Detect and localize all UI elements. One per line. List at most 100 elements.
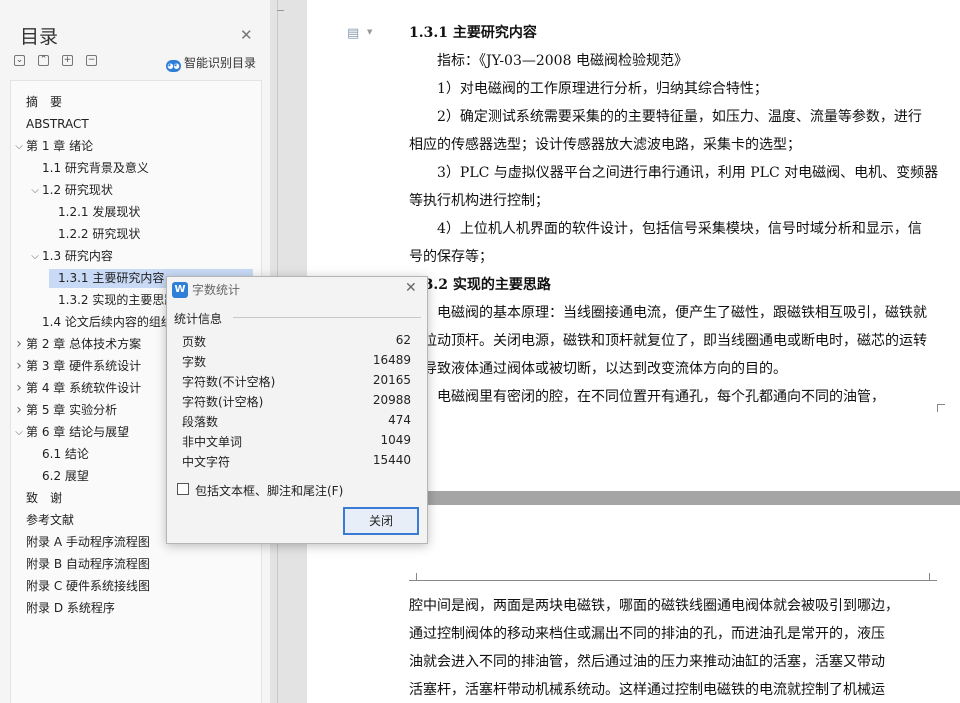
chevron-right-icon[interactable]: › (13, 357, 25, 376)
toc-item-label: 1.1 研究背景及意义 (42, 161, 149, 175)
wps-logo-icon: W (172, 282, 188, 298)
toc-item-label: 第 6 章 结论与展望 (26, 425, 130, 439)
toc-item-label: 1.3.2 实现的主要思路 (58, 293, 177, 307)
toc-item-label: 6.1 结论 (42, 447, 89, 461)
divider (233, 317, 421, 318)
toc-item-label: 1.4 论文后续内容的组织 (42, 315, 173, 329)
stat-value: 474 (388, 413, 411, 427)
ai-robot-icon: ◕◕ (166, 60, 181, 72)
toc-item[interactable]: 附录 D 系统程序 (11, 599, 261, 618)
paragraph-line: 4）上位机人机界面的软件设计，包括信号采集模块，信号时域分析和显示，信 (437, 221, 922, 237)
stat-label: 字符数(不计空格) (182, 375, 276, 389)
toc-item[interactable]: 1.2.1 发展现状 (11, 203, 261, 222)
toc-item-label: 参考文献 (26, 513, 75, 527)
paragraph-line: 通过控制阀体的移动来档住或漏出不同的排油的孔，而进油孔是常开的，液压 (409, 626, 885, 642)
sidebar-title: 目录 (20, 26, 59, 48)
smart-toc-label: 智能识别目录 (184, 56, 257, 70)
toc-item-label: 1.3.1 主要研究内容 (58, 271, 165, 285)
toc-item[interactable]: ABSTRACT (11, 115, 261, 134)
paragraph-line: 会拉动顶杆。关闭电源，磁铁和顶杆就复位了，即当线圈通电或断电时，磁芯的运转 (409, 333, 927, 349)
include-textbox-label[interactable]: 包括文本框、脚注和尾注(F) (195, 482, 343, 499)
remove-level-icon[interactable]: − (86, 55, 97, 66)
stat-label: 中文字符 (182, 455, 231, 469)
paragraph-line: 腔中间是阀，两面是两块电磁铁，哪面的磁铁线圈通电阀体就会被吸引到哪边， (409, 598, 899, 614)
stat-value: 15440 (372, 453, 411, 467)
expand-up-icon[interactable]: ⌃ (38, 55, 49, 66)
paragraph-line: 1）对电磁阀的工作原理进行分析，归纳其综合特性； (437, 81, 768, 97)
toc-item[interactable]: 附录 B 自动程序流程图 (11, 555, 261, 574)
toc-item-label: 第 1 章 绪论 (26, 139, 94, 153)
paragraph-line: 等执行机构进行控制； (409, 193, 549, 209)
toc-item[interactable]: 1.1 研究背景及意义 (11, 159, 261, 178)
toc-item-label: 附录 C 硬件系统接线图 (26, 579, 151, 593)
toc-item-label: 第 4 章 系统软件设计 (26, 381, 142, 395)
toc-item-label: 摘 要 (26, 95, 63, 109)
toc-item-label: 第 3 章 硬件系统设计 (26, 359, 142, 373)
collapse-all-icon[interactable]: ⌄ (14, 55, 25, 66)
include-textbox-checkbox[interactable] (177, 483, 189, 495)
close-icon[interactable]: ✕ (240, 26, 253, 44)
toc-item-label: 1.2.1 发展现状 (58, 205, 141, 219)
paragraph-line: 电磁阀的基本原理：当线圈接通电流，便产生了磁性，跟磁铁相互吸引，磁铁就 (437, 305, 927, 321)
paragraph-line: 相应的传感器选型；设计传感器放大滤波电路，采集卡的选型； (409, 137, 801, 153)
chevron-down-icon[interactable]: ⌵ (13, 137, 25, 156)
paragraph-line: 号的保存等； (409, 249, 493, 265)
toc-item-label: 1.2.2 研究现状 (58, 227, 141, 241)
toc-item[interactable]: 1.2.2 研究现状 (11, 225, 261, 244)
toc-item-label: 1.2 研究现状 (42, 183, 113, 197)
header-line (409, 573, 937, 581)
toc-item[interactable]: ⌵ 第 1 章 绪论 (11, 137, 261, 156)
chevron-down-icon[interactable]: ▼ (367, 28, 372, 36)
margin-tick (277, 10, 284, 11)
stat-label: 段落数 (182, 415, 219, 429)
dialog-title: 字数统计 (192, 283, 241, 297)
chevron-right-icon[interactable]: › (13, 379, 25, 398)
page-corner-mark (937, 404, 945, 412)
page-corner-mark (929, 573, 937, 581)
toc-item[interactable]: ⌵ 1.2 研究现状 (11, 181, 261, 200)
stats-section-title: 统计信息 (174, 312, 223, 326)
smart-toc-button[interactable]: ◕◕ 智能识别目录 (166, 54, 256, 72)
stat-label: 页数 (182, 335, 207, 349)
toc-item-label: ABSTRACT (26, 117, 89, 131)
toc-item-label: 附录 B 自动程序流程图 (26, 557, 150, 571)
toc-item-label: 第 2 章 总体技术方案 (26, 337, 142, 351)
stat-value: 1049 (380, 433, 411, 447)
toc-item[interactable]: ⌵ 1.3 研究内容 (11, 247, 261, 266)
stat-label: 字数 (182, 355, 207, 369)
toc-item-label: 致 谢 (26, 491, 63, 505)
paragraph-line: 指标：《JY-03—2008 电磁阀检验规范》 (437, 53, 688, 69)
paragraph-line: 电磁阀里有密闭的腔，在不同位置开有通孔，每个孔都通向不同的油管， (437, 389, 885, 405)
document-icon[interactable]: ▤ (347, 26, 359, 41)
chevron-down-icon[interactable]: ⌵ (29, 181, 41, 200)
toc-item-label: 附录 D 系统程序 (26, 601, 115, 615)
toc-item-label: 附录 A 手动程序流程图 (26, 535, 150, 549)
add-level-icon[interactable]: + (62, 55, 73, 66)
section-heading: 1.3.2 实现的主要思路 (409, 277, 551, 293)
toc-item[interactable]: 附录 C 硬件系统接线图 (11, 577, 261, 596)
paragraph-line: 3）PLC 与虚拟仪器平台之间进行串行通讯，利用 PLC 对电磁阀、电机、变频器 (437, 165, 939, 181)
chevron-down-icon[interactable]: ⌵ (13, 423, 25, 442)
chevron-down-icon[interactable]: ⌵ (29, 247, 41, 266)
chevron-right-icon[interactable]: › (13, 401, 25, 420)
section-heading: 1.3.1 主要研究内容 (409, 25, 537, 41)
stat-value: 16489 (372, 353, 411, 367)
paragraph-line: 2）确定测试系统需要采集的的主要特征量，如压力、温度、流量等参数，进行 (437, 109, 922, 125)
toc-item-label: 6.2 展望 (42, 469, 89, 483)
page-number: 3 (669, 396, 675, 406)
toc-item[interactable]: 摘 要 (11, 93, 261, 112)
toc-item-label: 1.3 研究内容 (42, 249, 113, 263)
stat-value: 62 (395, 333, 411, 347)
paragraph-line: 将导致液体通过阀体或被切断，以达到改变流体方向的目的。 (409, 361, 787, 377)
close-button[interactable]: 关闭 (343, 507, 419, 535)
stat-value: 20165 (372, 373, 411, 387)
stat-label: 字符数(计空格) (182, 395, 264, 409)
chevron-right-icon[interactable]: › (13, 335, 25, 354)
stat-value: 20988 (372, 393, 411, 407)
close-icon[interactable]: ✕ (405, 280, 417, 296)
paragraph-line: 活塞杆，活塞杆带动机械系统动。这样通过控制电磁铁的电流就控制了机械运 (409, 682, 885, 698)
paragraph-line: 油就会进入不同的排油管，然后通过油的压力来推动油缸的活塞，活塞又带动 (409, 654, 885, 670)
word-count-dialog: W 字数统计 ✕ 统计信息 页数 62 字数 16489 字符数(不计空格) 20165 字… (166, 276, 428, 544)
toc-item-label: 第 5 章 实验分析 (26, 403, 118, 417)
stat-label: 非中文单词 (182, 435, 243, 449)
